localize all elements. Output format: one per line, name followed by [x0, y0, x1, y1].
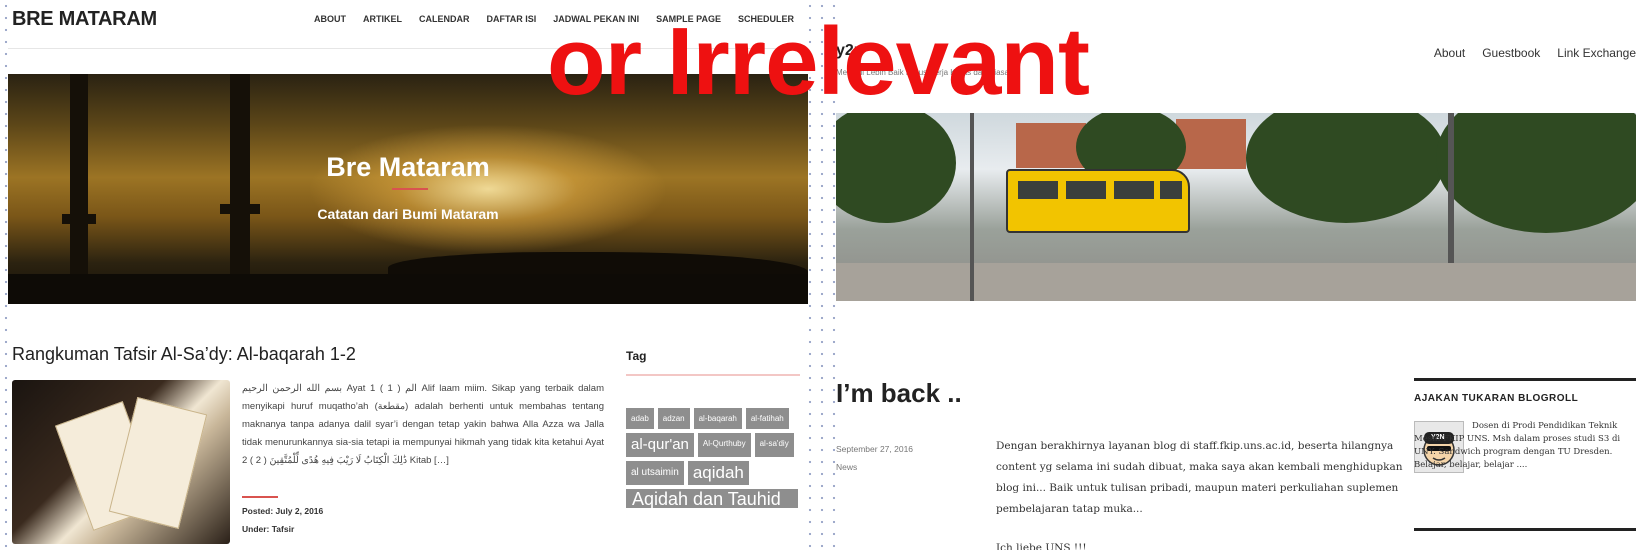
post-date[interactable]: September 27, 2016: [836, 440, 913, 458]
road: [836, 263, 1636, 301]
pole: [970, 113, 974, 301]
pole: [1448, 113, 1454, 263]
hero-banner: Bre Mataram Catatan dari Bumi Mataram: [8, 74, 808, 304]
sidebar-rule: [1414, 528, 1636, 531]
posted-date: Posted: July 2, 2016: [242, 506, 324, 516]
site-brand[interactable]: BRE MATARAM: [12, 8, 157, 31]
header-photo: [836, 113, 1636, 301]
hero-rule: [392, 188, 428, 190]
sidebar-heading: AJAKAN TUKARAN BLOGROLL: [1414, 393, 1579, 404]
nav-item-about[interactable]: About: [1434, 46, 1465, 60]
hero-subtitle: Catatan dari Bumi Mataram: [317, 206, 499, 222]
post-paragraph: Ich liebe UNS !!!: [996, 542, 1087, 550]
nav-item-sample-page[interactable]: SAMPLE PAGE: [656, 14, 721, 24]
post-paragraph: Dengan berakhirnya layanan blog di staff…: [996, 440, 1403, 515]
sidebar-rule: [1414, 378, 1636, 381]
tree: [1246, 113, 1446, 223]
site-title[interactable]: y2n: [836, 42, 864, 60]
post-category[interactable]: News: [836, 458, 913, 476]
tram-window: [1066, 181, 1106, 199]
site-description: Menjadi Lebih Baik Harus Kerja Keras dar…: [836, 68, 1009, 77]
tree: [1436, 113, 1636, 233]
tag-adzan[interactable]: adzan: [657, 408, 690, 429]
post-excerpt: بسم الله الرحمن الرحيم Ayat 1 ( 1 ) الم …: [242, 383, 605, 466]
tag-cloud: adab adzan al-baqarah al-fatihah al-qur'…: [626, 408, 806, 508]
top-nav: ABOUT ARTIKEL CALENDAR DAFTAR ISI JADWAL…: [314, 14, 794, 24]
tag-widget-rule: [626, 374, 800, 376]
post-body: Dengan berakhirnya layanan blog di staff…: [996, 436, 1406, 550]
tag-al-sadiy[interactable]: al-sa'diy: [754, 433, 794, 457]
tree: [836, 113, 956, 223]
minaret-left: [70, 74, 88, 304]
tram-window: [1160, 181, 1182, 199]
post-thumbnail[interactable]: [12, 380, 230, 544]
post-title[interactable]: I’m back ..: [836, 378, 962, 409]
post-title[interactable]: Rangkuman Tafsir Al-Sa’dy: Al-baqarah 1-…: [12, 344, 356, 365]
nav-item-guestbook[interactable]: Guestbook: [1482, 46, 1540, 60]
nav-item-link-exchange[interactable]: Link Exchange: [1557, 46, 1636, 60]
post-meta: September 27, 2016 News: [836, 440, 913, 476]
tram-window: [1114, 181, 1154, 199]
tag-widget-heading: Tag: [626, 349, 647, 363]
nav-item-daftar-isi[interactable]: DAFTAR ISI: [486, 14, 536, 24]
nav-item-calendar[interactable]: CALENDAR: [419, 14, 470, 24]
top-nav: About Guestbook Link Exchange: [1434, 46, 1636, 60]
tram-window: [1018, 181, 1058, 199]
left-blog-screenshot: BRE MATARAM ABOUT ARTIKEL CALENDAR DAFTA…: [8, 0, 808, 550]
ground-silhouette: [8, 274, 808, 304]
tag-al-baqarah[interactable]: al-baqarah: [693, 408, 742, 429]
sunset-glow: [308, 124, 668, 254]
tag-aqidah[interactable]: aqidah: [687, 461, 749, 485]
sidebar-text: Dosen di Prodi Pendidikan Teknik Mesin F…: [1414, 421, 1621, 470]
nav-item-jadwal[interactable]: JADWAL PEKAN INI: [553, 14, 639, 24]
tag-adab[interactable]: adab: [626, 408, 654, 429]
tag-aqidah-dan-tauhid[interactable]: Aqidah dan Tauhid: [626, 489, 798, 508]
tag-al-fatihah[interactable]: al-fatihah: [745, 408, 789, 429]
nav-divider: [8, 48, 808, 49]
tram: [1006, 169, 1190, 233]
minaret-right: [230, 74, 250, 304]
post-category[interactable]: Under: Tafsir: [242, 520, 323, 538]
nav-item-scheduler[interactable]: SCHEDULER: [738, 14, 794, 24]
tag-al-qurthuby[interactable]: Al-Qurthuby: [697, 433, 751, 457]
meta-rule: [242, 496, 278, 498]
tag-al-quran[interactable]: al-qur'an: [626, 433, 694, 457]
right-blog-screenshot: y2n Menjadi Lebih Baik Harus Kerja Keras…: [836, 0, 1636, 550]
tag-al-utsaimin[interactable]: al utsaimin: [626, 461, 684, 485]
nav-item-artikel[interactable]: ARTIKEL: [363, 14, 402, 24]
post-meta: Posted: July 2, 2016 Under: Tafsir: [242, 490, 323, 538]
building: [1176, 119, 1246, 169]
nav-item-about[interactable]: ABOUT: [314, 14, 346, 24]
hero-title: Bre Mataram: [326, 152, 490, 182]
